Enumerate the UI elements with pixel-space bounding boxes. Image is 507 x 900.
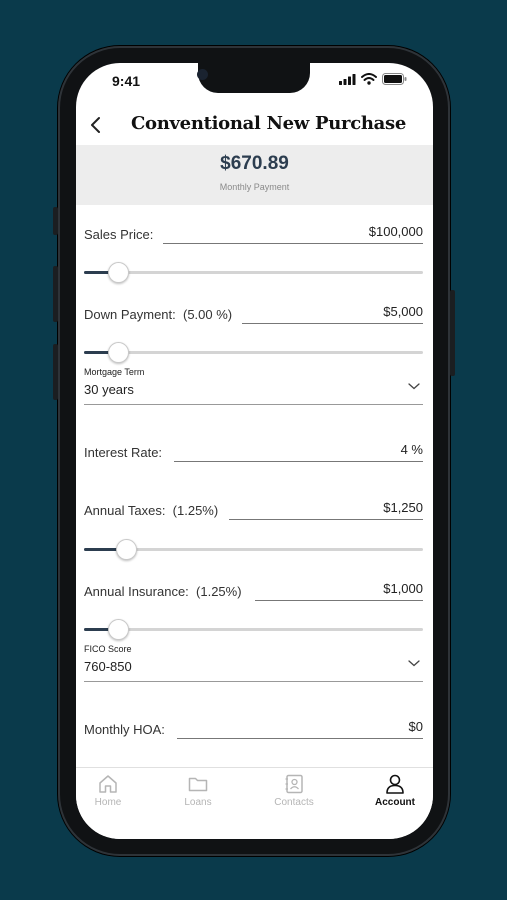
folder-icon xyxy=(188,777,208,792)
down-payment-slider[interactable] xyxy=(84,342,423,363)
monthly-hoa-field: Monthly HOA: $0 xyxy=(84,715,423,739)
camera-icon xyxy=(197,69,208,80)
mortgage-term-underline xyxy=(84,404,423,405)
tab-loans[interactable]: Loans xyxy=(158,773,238,808)
phone-volume-up xyxy=(53,266,58,322)
page-title: Conventional New Purchase xyxy=(131,113,406,134)
status-time: 9:41 xyxy=(112,73,141,89)
sales-price-input[interactable]: $100,000 xyxy=(369,224,423,239)
annual-taxes-input[interactable]: $1,250 xyxy=(383,500,423,515)
wifi-icon xyxy=(361,73,377,85)
sales-price-label: Sales Price: xyxy=(84,227,154,242)
annual-insurance-field: Annual Insurance: (1.25%) $1,000 xyxy=(84,577,423,601)
chevron-down-icon[interactable] xyxy=(407,381,421,391)
down-payment-input[interactable]: $5,000 xyxy=(383,304,423,319)
payment-summary: $670.89 Monthly Payment xyxy=(76,145,433,205)
monthly-payment-label: Monthly Payment xyxy=(219,182,290,192)
user-icon xyxy=(386,774,404,794)
slider-thumb[interactable] xyxy=(116,539,137,560)
annual-taxes-percent: (1.25%) xyxy=(172,503,219,518)
phone-power-button xyxy=(450,290,455,376)
fico-score-caption: FICO Score xyxy=(84,644,132,654)
sales-price-input-line[interactable] xyxy=(163,243,423,244)
slider-thumb[interactable] xyxy=(108,619,129,640)
mortgage-term-caption: Mortgage Term xyxy=(84,367,145,377)
tab-bar: Home Loans Contacts Account xyxy=(76,767,433,839)
interest-rate-input[interactable]: 4 % xyxy=(401,442,423,457)
interest-rate-field: Interest Rate: 4 % xyxy=(84,438,423,462)
tab-contacts[interactable]: Contacts xyxy=(254,773,334,808)
annual-insurance-percent: (1.25%) xyxy=(196,584,242,599)
fico-score-underline xyxy=(84,681,423,682)
tab-contacts-label: Contacts xyxy=(274,797,314,808)
status-icons xyxy=(339,73,407,85)
slider-track xyxy=(84,628,423,631)
chevron-down-icon[interactable] xyxy=(407,658,421,668)
tab-account[interactable]: Account xyxy=(355,773,433,808)
annual-taxes-input-line[interactable] xyxy=(229,519,423,520)
slider-thumb[interactable] xyxy=(108,262,129,283)
annual-insurance-label: Annual Insurance: (1.25%) xyxy=(84,584,242,599)
signal-icon xyxy=(339,73,356,85)
monthly-payment-amount: $670.89 xyxy=(220,153,289,174)
tab-account-label: Account xyxy=(375,797,415,808)
contacts-icon xyxy=(285,774,303,794)
monthly-hoa-input[interactable]: $0 xyxy=(409,719,423,734)
annual-taxes-slider[interactable] xyxy=(84,539,423,560)
interest-rate-input-line[interactable] xyxy=(174,461,423,462)
tab-loans-label: Loans xyxy=(184,797,212,808)
annual-taxes-field: Annual Taxes: (1.25%) $1,250 xyxy=(84,496,423,520)
fico-score-value: 760-850 xyxy=(84,659,132,674)
monthly-hoa-label: Monthly HOA: xyxy=(84,722,165,737)
down-payment-label: Down Payment: (5.00 %) xyxy=(84,307,233,322)
sales-price-field: Sales Price: $100,000 xyxy=(84,220,423,244)
tab-home-label: Home xyxy=(94,797,122,808)
monthly-hoa-input-line[interactable] xyxy=(177,738,423,739)
interest-rate-label: Interest Rate: xyxy=(84,445,163,460)
fico-score-select[interactable]: FICO Score 760-850 xyxy=(84,644,423,682)
mortgage-term-value: 30 years xyxy=(84,382,134,397)
phone-volume-down xyxy=(53,344,58,400)
slider-thumb[interactable] xyxy=(108,342,129,363)
nav-bar: Conventional New Purchase xyxy=(76,107,433,143)
annual-taxes-label: Annual Taxes: (1.25%) xyxy=(84,503,219,518)
slider-track xyxy=(84,351,423,354)
mortgage-term-select[interactable]: Mortgage Term 30 years xyxy=(84,367,423,405)
home-icon xyxy=(99,775,117,793)
annual-insurance-input-line[interactable] xyxy=(255,600,423,601)
app-screen: 9:41 Conventional New Purchase $670.89 M… xyxy=(76,63,433,839)
tab-home[interactable]: Home xyxy=(76,773,148,808)
notch xyxy=(197,63,310,93)
down-payment-field: Down Payment: (5.00 %) $5,000 xyxy=(84,300,423,324)
annual-insurance-slider[interactable] xyxy=(84,619,423,640)
sales-price-slider[interactable] xyxy=(84,262,423,283)
annual-insurance-input[interactable]: $1,000 xyxy=(383,581,423,596)
slider-track xyxy=(84,271,423,274)
down-payment-input-line[interactable] xyxy=(242,323,423,324)
battery-icon xyxy=(382,73,407,85)
phone-silent-switch xyxy=(53,207,58,235)
down-payment-percent: (5.00 %) xyxy=(183,307,233,322)
